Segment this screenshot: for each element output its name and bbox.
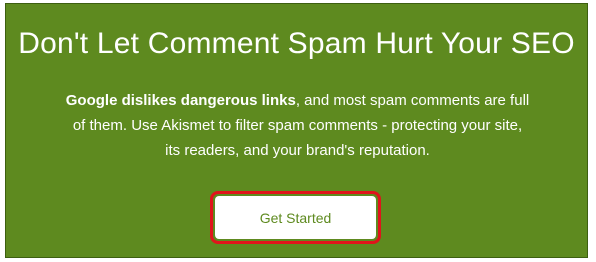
screenshot-frame: Don't Let Comment Spam Hurt Your SEO Goo… [0,0,596,262]
description-line-1: Google dislikes dangerous links, and mos… [26,88,569,113]
banner-description: Google dislikes dangerous links, and mos… [26,88,569,163]
description-line-1-rest: , and most spam comments are full [295,92,530,109]
get-started-button[interactable]: Get Started [215,196,376,239]
description-line-3: its readers, and your brand's reputation… [165,142,430,159]
description-bold-text: Google dislikes dangerous links [65,92,296,109]
description-line-2: of them. Use Akismet to filter spam comm… [72,117,523,134]
banner-title: Don't Let Comment Spam Hurt Your SEO [18,27,575,60]
